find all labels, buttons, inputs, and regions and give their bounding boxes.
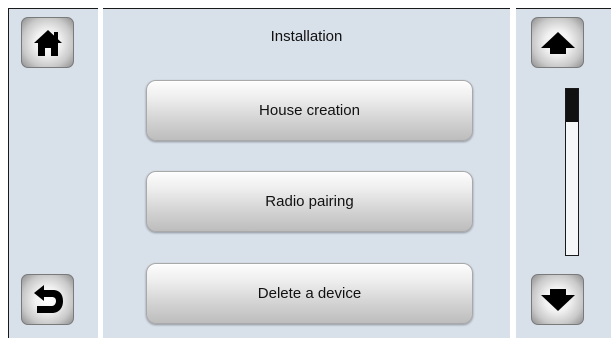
screen: Installation House creation Radio pairin… bbox=[0, 0, 611, 338]
scrollbar-track[interactable] bbox=[565, 88, 579, 256]
scrollbar-thumb[interactable] bbox=[566, 89, 578, 122]
page-title: Installation bbox=[270, 28, 343, 45]
arrow-up-icon bbox=[540, 31, 575, 54]
scroll-down-button[interactable] bbox=[531, 274, 584, 325]
radio-pairing-button[interactable]: Radio pairing bbox=[146, 171, 473, 232]
back-button[interactable] bbox=[21, 274, 74, 325]
home-icon bbox=[33, 29, 62, 56]
home-button[interactable] bbox=[21, 17, 74, 68]
back-arrow-icon bbox=[33, 284, 63, 313]
arrow-down-icon bbox=[540, 288, 575, 311]
menu-panel: Installation House creation Radio pairin… bbox=[103, 8, 510, 338]
scroll-up-button[interactable] bbox=[531, 17, 584, 68]
radio-pairing-label: Radio pairing bbox=[265, 193, 354, 210]
house-creation-label: House creation bbox=[259, 102, 360, 119]
house-creation-button[interactable]: House creation bbox=[146, 80, 473, 141]
delete-device-button[interactable]: Delete a device bbox=[146, 263, 473, 324]
delete-device-label: Delete a device bbox=[257, 285, 362, 302]
